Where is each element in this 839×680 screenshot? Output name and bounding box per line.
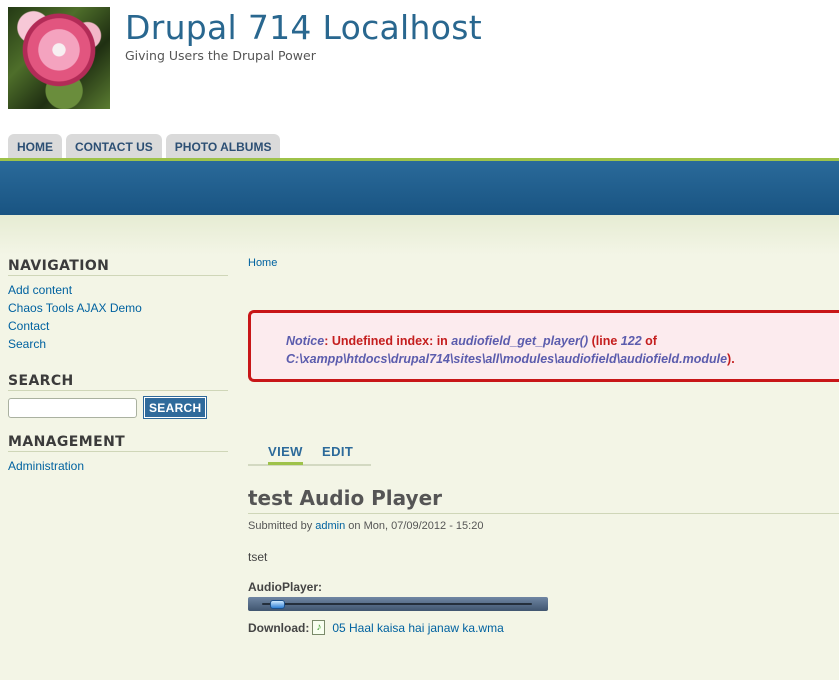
nav-item-chaos-tools-ajax-demo[interactable]: Chaos Tools AJAX Demo — [8, 299, 228, 317]
error-of-word: of — [641, 334, 657, 348]
breadcrumb: Home — [248, 257, 277, 269]
management-menu: Administration — [8, 457, 228, 475]
search-button[interactable]: SEARCH — [142, 396, 208, 419]
main-menu: HOME CONTACT US PHOTO ALBUMS — [8, 134, 281, 158]
audio-player[interactable] — [248, 597, 548, 611]
main-menu-contact-us[interactable]: CONTACT US — [66, 134, 162, 158]
audio-player-position-handle[interactable] — [270, 600, 286, 609]
error-notice: Notice — [286, 334, 325, 348]
author-link[interactable]: admin — [315, 520, 345, 532]
error-sep1: : — [324, 334, 332, 348]
navigation-block: NAVIGATION Add content Chaos Tools AJAX … — [8, 258, 228, 353]
error-line-word: line — [595, 334, 621, 348]
error-end: ). — [727, 352, 735, 366]
error-message-text: Notice: Undefined index: in audiofield_g… — [286, 332, 826, 368]
node-body: tset — [248, 550, 268, 564]
tab-edit[interactable]: EDIT — [322, 443, 353, 464]
nav-item-add-content[interactable]: Add content — [8, 281, 228, 299]
download-label: Download: — [248, 620, 310, 635]
audio-player-label: AudioPlayer: — [248, 580, 323, 594]
audio-player-track[interactable] — [262, 603, 532, 605]
site-logo[interactable] — [8, 7, 110, 109]
submitted-info: Submitted by admin on Mon, 07/09/2012 - … — [248, 520, 483, 532]
error-path: C:\xampp\htdocs\drupal714\sites\all\modu… — [286, 352, 728, 366]
tab-view[interactable]: VIEW — [268, 443, 303, 465]
sidebar: NAVIGATION Add content Chaos Tools AJAX … — [8, 258, 228, 475]
management-block: MANAGEMENT Administration — [8, 434, 228, 475]
audio-file-icon: ♪ — [312, 620, 326, 635]
breadcrumb-home-link[interactable]: Home — [248, 257, 277, 269]
band-fade — [0, 215, 839, 255]
download-row: Download: ♪ 05 Haal kaisa hai janaw ka.w… — [248, 620, 504, 635]
mgmt-item-administration[interactable]: Administration — [8, 457, 228, 475]
navigation-menu: Add content Chaos Tools AJAX Demo Contac… — [8, 281, 228, 353]
nav-item-contact[interactable]: Contact — [8, 317, 228, 335]
download-file-link[interactable]: 05 Haal kaisa hai janaw ka.wma — [332, 621, 503, 635]
management-title: MANAGEMENT — [8, 434, 228, 452]
nav-item-search[interactable]: Search — [8, 335, 228, 353]
error-undefined: Undefined index: in — [331, 334, 452, 348]
submitted-suffix: on Mon, 07/09/2012 - 15:20 — [345, 520, 484, 532]
error-line-number: 122 — [620, 334, 642, 348]
site-slogan: Giving Users the Drupal Power — [125, 48, 316, 63]
search-title: SEARCH — [8, 373, 228, 391]
header-band — [0, 161, 839, 215]
error-message-box: Notice: Undefined index: in audiofield_g… — [248, 310, 839, 382]
site-header: Drupal 714 Localhost Giving Users the Dr… — [0, 0, 839, 158]
search-input[interactable] — [8, 397, 137, 418]
navigation-title: NAVIGATION — [8, 258, 228, 276]
error-sep2: ( — [588, 334, 596, 348]
site-name[interactable]: Drupal 714 Localhost — [125, 8, 482, 47]
node-tabs: VIEW EDIT — [248, 443, 371, 466]
search-block: SEARCH SEARCH — [8, 373, 228, 419]
main-menu-home[interactable]: HOME — [8, 134, 62, 158]
main-menu-photo-albums[interactable]: PHOTO ALBUMS — [165, 134, 281, 158]
submitted-prefix: Submitted by — [248, 520, 316, 532]
node-title: test Audio Player — [248, 486, 839, 514]
error-function: audiofield_get_player() — [451, 334, 589, 348]
